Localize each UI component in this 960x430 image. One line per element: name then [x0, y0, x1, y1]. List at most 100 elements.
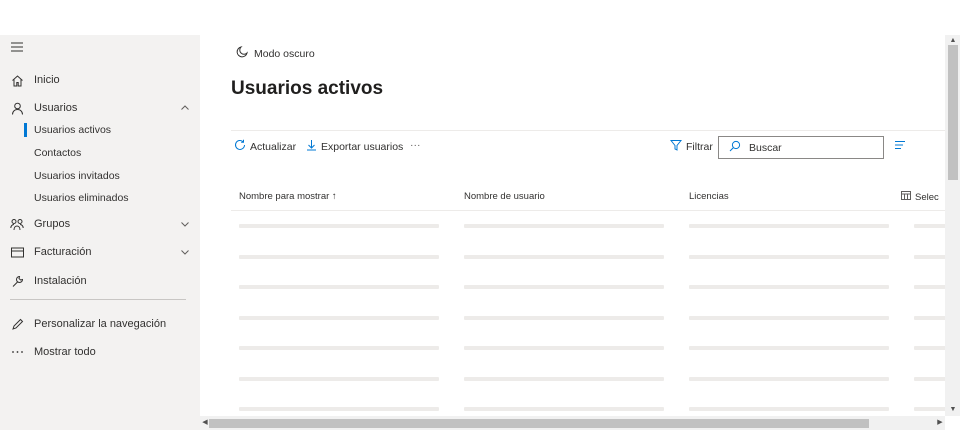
sidebar-item-label: Instalación [34, 275, 87, 287]
more-icon [10, 345, 24, 359]
loading-placeholder-bar [914, 315, 945, 320]
dark-mode-toggle[interactable]: Modo oscuro [236, 46, 315, 61]
loading-placeholder-bar [464, 346, 664, 350]
moon-icon [236, 46, 248, 61]
choose-columns-button[interactable]: Selec [901, 191, 939, 203]
sidebar-item-usuarios[interactable]: Usuarios [0, 98, 200, 118]
loading-placeholder-bar [914, 254, 945, 259]
export-users-label: Exportar usuarios [321, 140, 404, 153]
top-bar [0, 0, 960, 35]
loading-placeholder-bar [239, 254, 439, 259]
scrollbar-corner [945, 416, 960, 430]
vertical-scrollbar-thumb[interactable] [948, 45, 958, 180]
sidebar-subitem-label: Usuarios activos [34, 124, 112, 136]
sidebar-subitem-label: Usuarios invitados [34, 170, 120, 182]
sidebar-subitem-contactos[interactable]: Contactos [0, 144, 200, 164]
sidebar-item-grupos[interactable]: Grupos [0, 214, 200, 234]
chevron-up-icon [180, 103, 190, 113]
filter-label: Filtrar [686, 140, 713, 153]
sort-lines-icon [894, 140, 906, 153]
sidebar-item-label: Grupos [34, 218, 71, 230]
sidebar-item-facturacion[interactable]: Facturación [0, 242, 200, 262]
horizontal-scrollbar-thumb[interactable] [209, 419, 869, 428]
more-commands-label: ··· [410, 139, 421, 151]
loading-placeholder-bar [914, 407, 945, 411]
refresh-button[interactable]: Actualizar [234, 139, 296, 154]
search-input[interactable]: Buscar [718, 136, 884, 159]
loading-placeholder-bar [464, 315, 664, 320]
billing-icon [10, 245, 24, 259]
download-icon [306, 139, 317, 154]
pencil-icon [10, 317, 24, 331]
sidebar-item-personalizar[interactable]: Personalizar la navegación [0, 314, 200, 334]
column-header-licenses[interactable]: Licencias [689, 191, 729, 202]
loading-placeholder-bar [464, 407, 664, 411]
filter-button[interactable]: Filtrar [669, 139, 713, 154]
loading-placeholder-bar [239, 285, 439, 289]
sidebar-subitem-label: Usuarios eliminados [34, 192, 129, 204]
columns-icon [901, 191, 911, 203]
column-header-display-name[interactable]: Nombre para mostrar ↑ [239, 191, 337, 202]
sidebar-subitem-usuarios-activos[interactable]: Usuarios activos [0, 121, 200, 141]
sidebar-item-mostrar-todo[interactable]: Mostrar todo [0, 342, 200, 362]
page-title: Usuarios activos [231, 78, 384, 99]
export-users-button[interactable]: Exportar usuarios [306, 139, 403, 154]
home-icon [10, 73, 24, 87]
sidebar-item-label: Facturación [34, 246, 92, 258]
scroll-up-arrow-icon[interactable]: ▲ [949, 37, 957, 45]
groups-icon [10, 217, 24, 231]
sidebar-subitem-usuarios-eliminados[interactable]: Usuarios eliminados [0, 189, 200, 209]
dark-mode-label: Modo oscuro [254, 47, 315, 60]
loading-placeholder-bar [464, 224, 664, 228]
loading-placeholder-bar [239, 315, 439, 320]
main-content: Modo oscuro Usuarios activos Actualizar … [200, 35, 945, 416]
person-icon [10, 101, 24, 115]
loading-placeholder-bar [689, 224, 889, 228]
chevron-down-icon [180, 247, 190, 257]
loading-placeholder-bar [464, 285, 664, 289]
sidebar-divider [10, 299, 186, 300]
sidebar-subitem-label: Contactos [34, 147, 82, 159]
refresh-icon [234, 139, 246, 154]
loading-placeholder-bar [239, 376, 439, 381]
loading-placeholder-bar [689, 315, 889, 320]
active-indicator [24, 123, 27, 137]
search-icon [729, 140, 741, 155]
loading-placeholder-bar [464, 376, 664, 381]
more-commands-button[interactable]: ··· [410, 139, 421, 151]
choose-columns-label: Selec [915, 191, 939, 203]
table-header-divider [231, 210, 945, 211]
collapse-navigation-button[interactable] [0, 39, 200, 55]
loading-placeholder-bar [689, 285, 889, 289]
wrench-icon [10, 274, 24, 288]
sidebar-item-label: Inicio [34, 74, 60, 86]
sidebar-item-instalacion[interactable]: Instalación [0, 271, 200, 291]
sidebar-item-inicio[interactable]: Inicio [0, 70, 200, 90]
view-options-button[interactable] [894, 140, 906, 153]
loading-placeholder-bar [689, 254, 889, 259]
loading-placeholder-bar [914, 285, 945, 289]
scroll-left-arrow-icon[interactable]: ◀ [201, 419, 209, 427]
scroll-down-arrow-icon[interactable]: ▼ [949, 406, 957, 414]
loading-placeholder-bar [239, 346, 439, 350]
hamburger-menu-icon [10, 40, 24, 54]
sidebar-item-label: Usuarios [34, 102, 78, 114]
scroll-right-arrow-icon[interactable]: ▶ [936, 419, 944, 427]
navigation-sidebar: Inicio Usuarios Usuarios activos Contact… [0, 35, 200, 430]
loading-placeholder-bar [914, 224, 945, 228]
loading-placeholder-bar [914, 346, 945, 350]
loading-placeholder-bar [689, 407, 889, 411]
chevron-down-icon [180, 219, 190, 229]
loading-placeholder-bar [239, 224, 439, 228]
command-bar-divider [231, 130, 945, 131]
search-placeholder: Buscar [749, 141, 782, 154]
sidebar-item-label: Mostrar todo [34, 346, 96, 358]
filter-icon [669, 139, 683, 154]
loading-placeholder-bar [689, 346, 889, 350]
loading-placeholder-bar [689, 376, 889, 381]
column-header-username[interactable]: Nombre de usuario [464, 191, 545, 202]
sidebar-subitem-usuarios-invitados[interactable]: Usuarios invitados [0, 167, 200, 187]
loading-placeholder-bar [239, 407, 439, 411]
loading-placeholder-bar [914, 376, 945, 381]
sidebar-item-label: Personalizar la navegación [34, 318, 167, 330]
